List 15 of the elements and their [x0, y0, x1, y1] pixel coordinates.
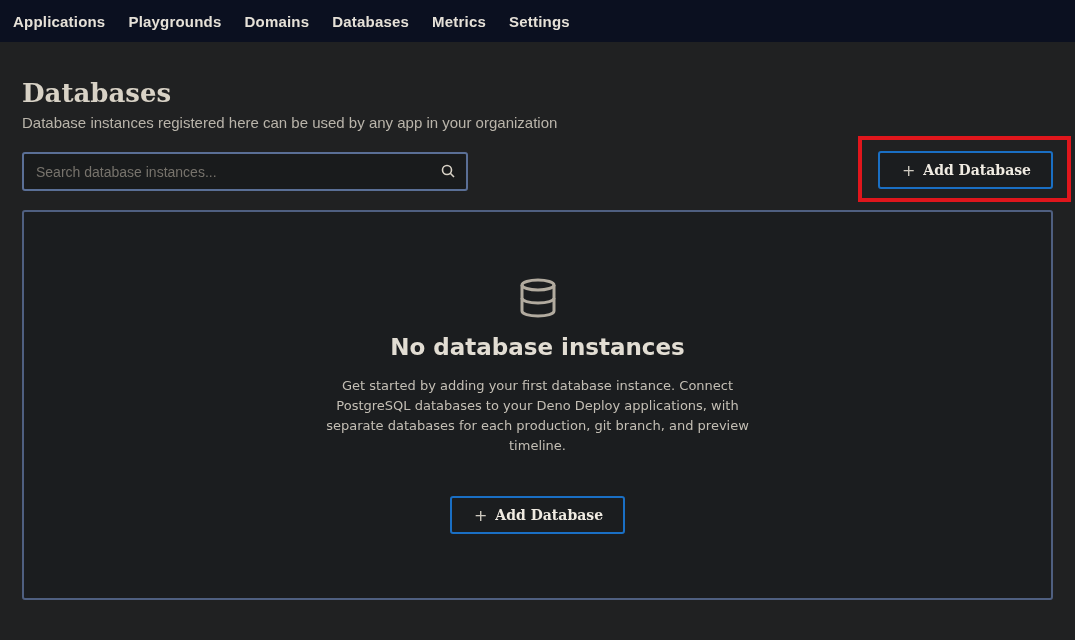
search-field[interactable]: Search database instances... [22, 152, 468, 191]
search-icon [441, 164, 455, 178]
nav-link[interactable]: Metrics [432, 12, 487, 30]
page-subtitle: Database instances registered here can be used by any app in your organization [22, 114, 559, 131]
nav-link[interactable]: Settings [509, 12, 570, 30]
nav-link[interactable]: Domains [244, 12, 310, 30]
nav-link[interactable]: Playgrounds [128, 12, 222, 30]
add-database-button[interactable]: + Add Database [449, 496, 626, 534]
add-database-button[interactable]: + Add Database [877, 151, 1053, 189]
nav-link[interactable]: Databases [332, 12, 410, 30]
empty-state-description: Get started by adding your first database instance. Connect PostgreSQL databases to your Deno Deploy applications, with separate databases for each production, git branch, and preview timeline. [325, 377, 750, 455]
page-title: Databases [22, 77, 173, 110]
database-icon [518, 278, 557, 318]
nav-link[interactable]: Applications [13, 12, 106, 30]
empty-state-title: No database instances [390, 334, 685, 360]
